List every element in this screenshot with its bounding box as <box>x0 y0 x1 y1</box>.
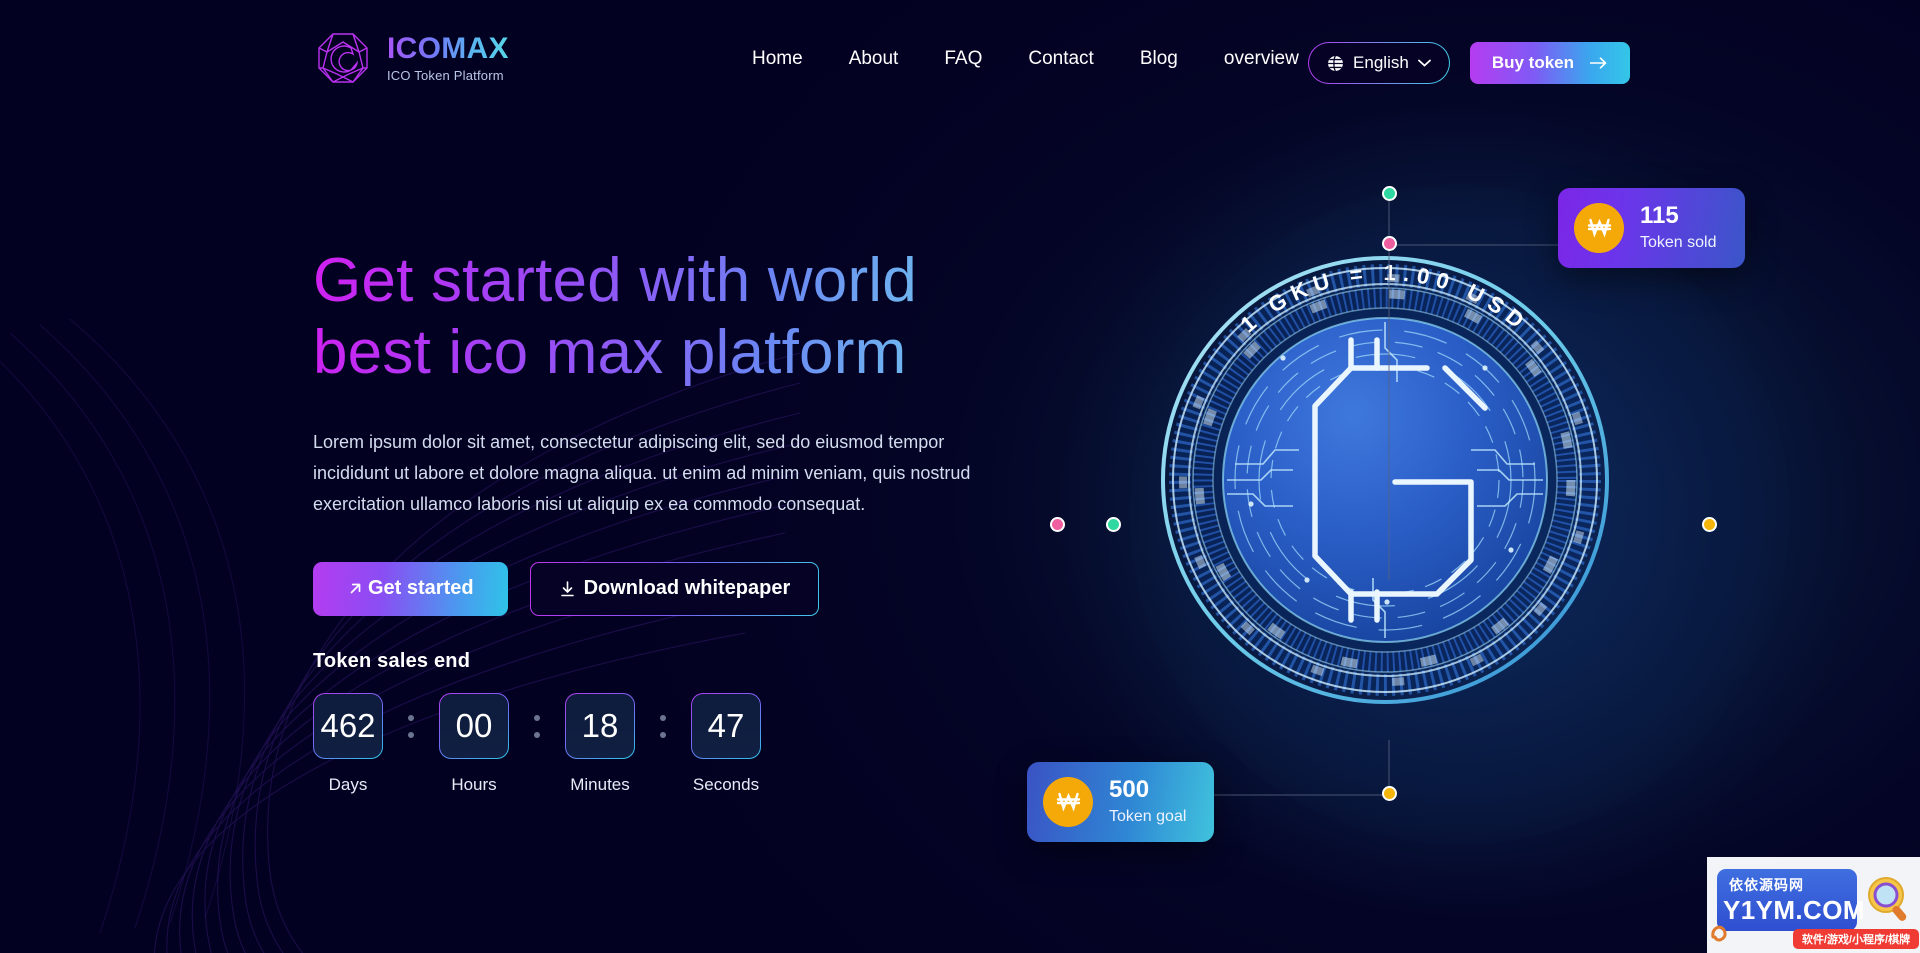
language-selector[interactable]: English <box>1308 42 1450 84</box>
site-header: ICOMAX ICO Token Platform Home About FAQ… <box>0 0 1920 124</box>
token-goal-value: 500 <box>1109 776 1150 803</box>
page-title: Get started with world best ico max plat… <box>313 245 1013 389</box>
dot-right-yellow <box>1702 517 1717 532</box>
brand-logo[interactable]: ICOMAX ICO Token Platform <box>313 28 509 88</box>
nav-item-contact[interactable]: Contact <box>1028 48 1093 70</box>
countdown-unit-seconds: 47 Seconds <box>691 693 761 795</box>
chevron-down-icon <box>1417 59 1431 67</box>
brand-tagline: ICO Token Platform <box>387 68 504 83</box>
get-started-label: Get started <box>368 577 474 600</box>
dot-sold-pink <box>1382 236 1397 251</box>
hero-content: Get started with world best ico max plat… <box>313 245 1013 616</box>
dot-left-green <box>1106 517 1121 532</box>
headline-line-1: Get started with world <box>313 246 917 315</box>
countdown-separator-2 <box>509 693 565 759</box>
buy-token-button[interactable]: Buy token <box>1469 42 1630 84</box>
g-coin-icon <box>1161 256 1609 704</box>
token-goal-badge[interactable]: 500 Token goal <box>1027 762 1215 842</box>
arrow-right-icon <box>1590 57 1607 69</box>
language-label: English <box>1353 53 1409 72</box>
watermark-domain: Y1YM.COM <box>1723 895 1865 925</box>
won-coin-icon <box>1574 202 1624 253</box>
headline-line-2: best ico max platform <box>313 317 907 387</box>
dot-bottom-yellow <box>1382 786 1397 801</box>
countdown-value-days: 462 <box>313 693 383 759</box>
countdown-label-minutes: Minutes <box>570 775 630 794</box>
watermark-cn-title: 依依源码网 <box>1729 877 1804 893</box>
nav-item-home[interactable]: Home <box>752 48 803 70</box>
countdown-value-minutes: 18 <box>565 693 635 759</box>
nav-item-blog[interactable]: Blog <box>1140 48 1178 70</box>
countdown-value-hours: 00 <box>439 693 509 759</box>
octagon-c-logo-icon <box>318 33 368 83</box>
download-whitepaper-button[interactable]: Download whitepaper <box>530 562 820 616</box>
countdown-separator-1 <box>383 693 439 759</box>
countdown-label-days: Days <box>328 775 368 794</box>
countdown-label-hours: Hours <box>451 775 497 794</box>
countdown-unit-days: 462 Days <box>313 693 383 795</box>
nav-item-faq[interactable]: FAQ <box>944 48 982 70</box>
countdown-unit-minutes: 18 Minutes <box>565 693 635 795</box>
squiggle-decoration-icon <box>1711 925 1727 942</box>
countdown-unit-hours: 00 Hours <box>439 693 509 795</box>
token-sold-value: 115 <box>1640 202 1679 229</box>
countdown-label-seconds: Seconds <box>692 775 760 794</box>
nav-item-overview[interactable]: overview <box>1224 48 1299 70</box>
token-sold-caption: Token sold <box>1640 233 1717 251</box>
header-actions: English Buy token <box>1308 42 1630 84</box>
globe-icon <box>1328 55 1343 71</box>
site-watermark: 依依源码网 Y1YM.COM 软件/游戏/小程序/棋牌 <box>1707 857 1920 953</box>
hero-paragraph: Lorem ipsum dolor sit amet, consectetur … <box>313 431 971 514</box>
watermark-categories: 软件/游戏/小程序/棋牌 <box>1801 934 1911 946</box>
arrow-up-right-icon <box>350 583 361 594</box>
buy-token-label: Buy token <box>1491 53 1574 72</box>
countdown-separator-3 <box>635 693 691 759</box>
won-coin-icon <box>1043 776 1093 827</box>
dot-top-green <box>1382 186 1397 201</box>
magnifier-icon <box>1868 877 1907 921</box>
watermark-categories-bar: 软件/游戏/小程序/棋牌 <box>1793 929 1919 949</box>
token-goal-caption: Token goal <box>1109 807 1187 825</box>
hero-cta-row: Get started Download whitepaper <box>313 561 1013 616</box>
primary-navigation: Home About FAQ Contact Blog overview <box>752 48 1299 70</box>
brand-name: ICOMAX <box>387 32 509 65</box>
download-icon <box>560 580 574 596</box>
countdown-value-seconds: 47 <box>691 693 761 759</box>
nav-item-about[interactable]: About <box>849 48 899 70</box>
dot-left-pink <box>1050 517 1065 532</box>
countdown-timer: Token sales end 462 Days 00 Hours 18 Min… <box>313 650 761 795</box>
hero-page: ICOMAX ICO Token Platform Home About FAQ… <box>0 0 1920 953</box>
download-whitepaper-label: Download whitepaper <box>583 577 791 600</box>
countdown-units: 462 Days 00 Hours 18 Minutes 47 Seconds <box>313 693 761 795</box>
token-sold-badge[interactable]: 115 Token sold <box>1558 188 1745 268</box>
countdown-title: Token sales end <box>313 650 471 672</box>
get-started-button[interactable]: Get started <box>313 561 508 616</box>
